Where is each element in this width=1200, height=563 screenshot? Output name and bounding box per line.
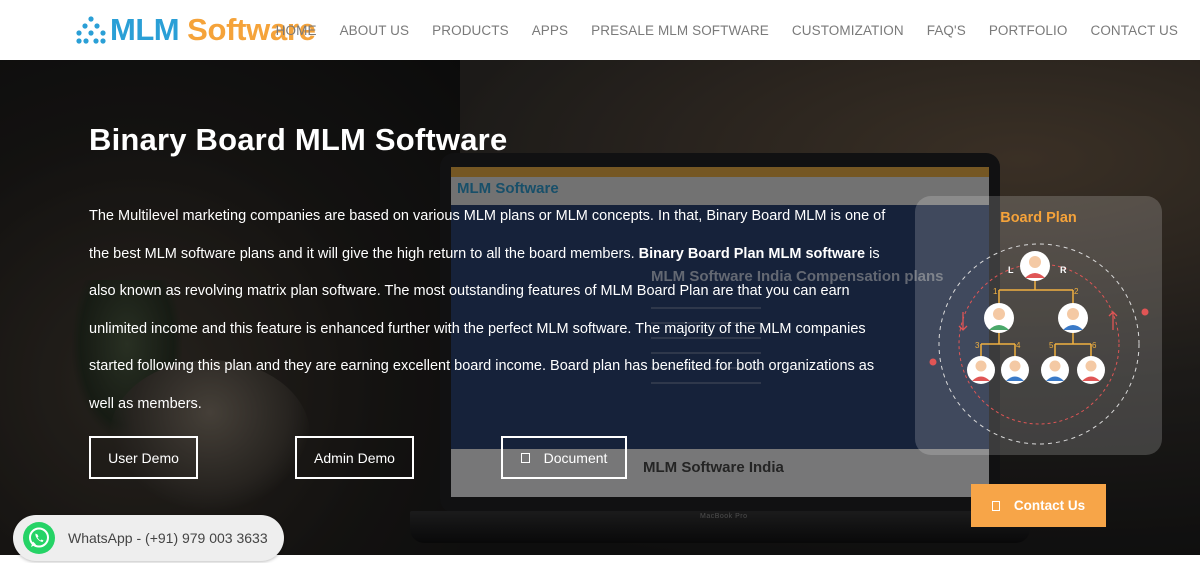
document-label: Document: [543, 449, 608, 466]
user-demo-label: User Demo: [108, 449, 179, 466]
hero-description-bold: Binary Board Plan MLM software: [638, 245, 866, 262]
avatar-level2-3-icon: [1041, 356, 1069, 384]
board-node-1: 1: [993, 287, 998, 296]
board-node-4: 4: [1016, 341, 1021, 350]
nav-customization[interactable]: CUSTOMIZATION: [792, 23, 904, 38]
logo-dots-icon: [76, 16, 106, 44]
whatsapp-label: WhatsApp - (+91) 979 003 3633: [68, 530, 268, 546]
avatar-level2-2-icon: [1001, 356, 1029, 384]
orbit-dot: [929, 358, 937, 366]
board-plan-title: Board Plan: [1000, 210, 1077, 226]
hero-description: The Multilevel marketing companies are b…: [89, 198, 899, 423]
site-header: MLM Software HOME ABOUT US PRODUCTS APPS…: [0, 0, 1200, 60]
avatar-level1-left-icon: [984, 303, 1014, 333]
board-node-5: 5: [1049, 341, 1054, 350]
orbit-dot: [1141, 308, 1149, 316]
nav-faqs[interactable]: FAQ'S: [927, 23, 966, 38]
user-demo-button[interactable]: User Demo: [89, 436, 198, 479]
nav-about-us[interactable]: ABOUT US: [340, 23, 410, 38]
whatsapp-icon: [23, 522, 55, 554]
board-plan-diagram: L R 1 2 3 4 5 6: [929, 243, 1149, 445]
board-left-label: L: [1008, 265, 1014, 275]
admin-demo-label: Admin Demo: [314, 449, 395, 466]
admin-demo-button[interactable]: Admin Demo: [295, 436, 414, 479]
page-title: Binary Board MLM Software: [89, 122, 508, 157]
avatar-level1-right-icon: [1058, 303, 1088, 333]
board-right-label: R: [1060, 265, 1067, 275]
nav-portfolio[interactable]: PORTFOLIO: [989, 23, 1068, 38]
board-plan-card: Board Plan L R 1 2 3 4 5 6: [915, 196, 1162, 455]
main-nav: HOME ABOUT US PRODUCTS APPS PRESALE MLM …: [253, 0, 1178, 60]
contact-us-button[interactable]: Contact Us: [971, 484, 1106, 527]
hero-section: MLM Software MLM Software India Compensa…: [0, 60, 1200, 555]
board-node-3: 3: [975, 341, 980, 350]
nav-home[interactable]: HOME: [276, 23, 317, 38]
arrow-up-icon: [1108, 311, 1118, 330]
document-icon: [520, 452, 530, 463]
board-node-2: 2: [1074, 287, 1079, 296]
avatar-level2-1-icon: [967, 356, 995, 384]
avatar-top-icon: [1020, 251, 1050, 281]
contact-us-label: Contact Us: [1013, 498, 1086, 513]
board-node-6: 6: [1092, 341, 1097, 350]
nav-products[interactable]: PRODUCTS: [432, 23, 509, 38]
arrow-down-icon: [958, 312, 968, 331]
avatar-level2-4-icon: [1077, 356, 1105, 384]
phone-icon: [991, 500, 1000, 511]
nav-apps[interactable]: APPS: [532, 23, 568, 38]
nav-contact-us[interactable]: CONTACT US: [1090, 23, 1178, 38]
logo-text-mlm: MLM: [110, 12, 180, 47]
whatsapp-button[interactable]: WhatsApp - (+91) 979 003 3633: [13, 515, 284, 561]
document-button[interactable]: Document: [501, 436, 627, 479]
hero-description-part-2: is also known as revolving matrix plan s…: [89, 245, 880, 412]
nav-presale-mlm-software[interactable]: PRESALE MLM SOFTWARE: [591, 23, 769, 38]
